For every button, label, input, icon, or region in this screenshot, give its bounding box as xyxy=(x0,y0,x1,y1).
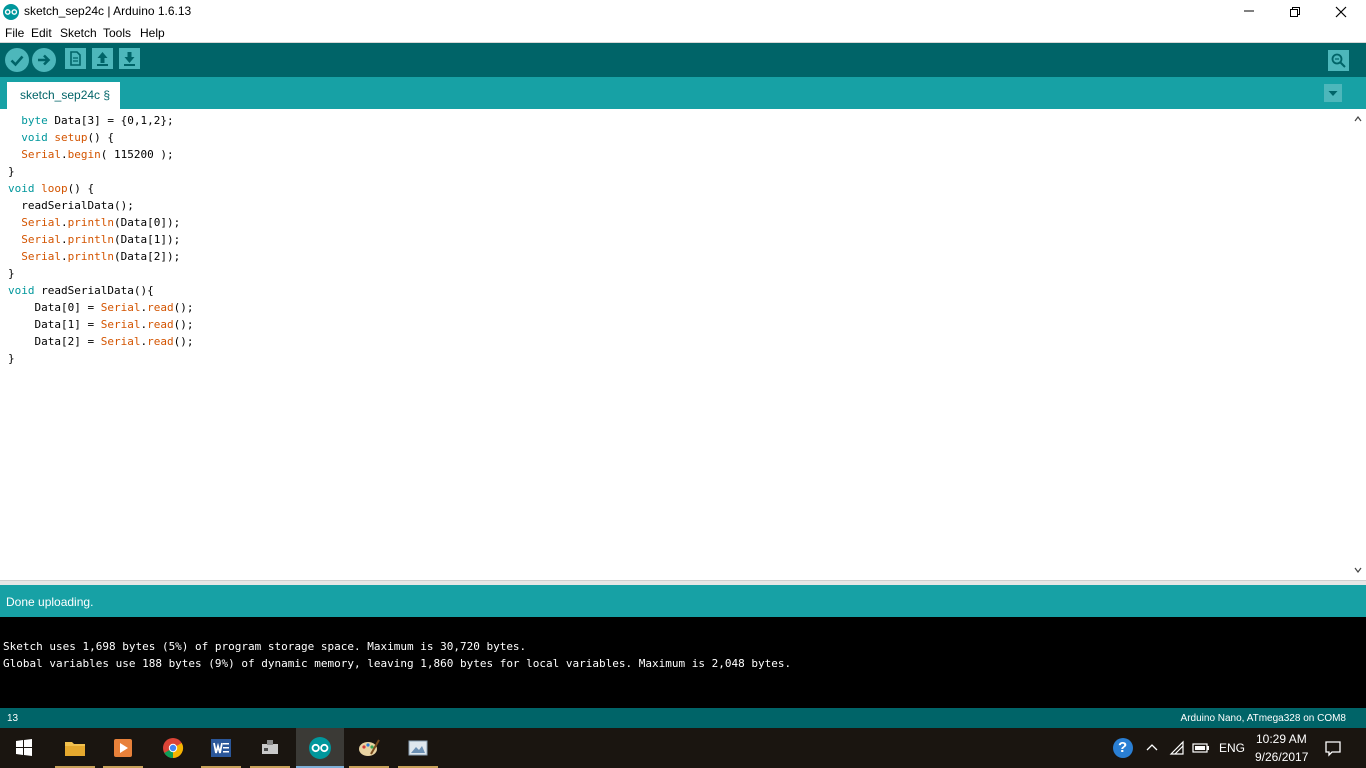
tab-menu-button[interactable] xyxy=(1324,84,1342,102)
usb-drive-icon xyxy=(262,740,278,754)
status-message: Done uploading. xyxy=(6,595,94,609)
start-button[interactable] xyxy=(0,728,48,768)
media-player-icon xyxy=(114,739,132,757)
title-bar: sketch_sep24c | Arduino 1.6.13 xyxy=(0,0,1366,24)
code-line: } xyxy=(8,267,15,280)
taskbar-paint[interactable] xyxy=(345,728,393,768)
serial-monitor-button[interactable] xyxy=(1328,50,1349,71)
verify-icon xyxy=(10,55,24,67)
code-line: } xyxy=(8,352,15,365)
paint-icon xyxy=(359,739,380,756)
code-line: readSerialData(); xyxy=(8,199,134,212)
code-line: Serial.begin( 115200 ); xyxy=(21,148,174,161)
code-line: Serial.println(Data[0]); xyxy=(21,216,181,229)
window-title: sketch_sep24c | Arduino 1.6.13 xyxy=(24,4,192,18)
menu-sketch[interactable]: Sketch xyxy=(60,26,97,40)
save-icon xyxy=(124,52,135,66)
chrome-icon xyxy=(163,738,184,759)
upload-icon xyxy=(38,54,51,66)
chevron-down-icon xyxy=(1328,91,1338,96)
language-indicator[interactable]: ENG xyxy=(1219,741,1245,755)
wifi-icon[interactable] xyxy=(1169,740,1185,756)
start-icon xyxy=(16,739,32,756)
info-bar: 13 Arduino Nano, ATmega328 on COM8 xyxy=(0,708,1366,728)
image-viewer-icon xyxy=(408,740,428,756)
file-explorer-icon xyxy=(65,742,85,756)
new-button[interactable] xyxy=(65,48,86,69)
open-button[interactable] xyxy=(92,48,113,69)
tab-sketch[interactable]: sketch_sep24c § xyxy=(7,82,120,109)
scroll-down-icon xyxy=(1354,567,1362,573)
notifications-icon[interactable] xyxy=(1324,739,1342,757)
minimize-button[interactable] xyxy=(1226,0,1272,24)
taskbar-usb-drive[interactable] xyxy=(246,728,294,768)
taskbar-chrome[interactable] xyxy=(149,728,197,768)
word-icon xyxy=(211,739,231,757)
close-button[interactable] xyxy=(1318,0,1364,24)
menu-bar: File Edit Sketch Tools Help xyxy=(0,24,1366,43)
tab-bar: sketch_sep24c § xyxy=(0,77,1366,109)
toolbar xyxy=(0,43,1366,77)
battery-icon[interactable] xyxy=(1192,741,1210,755)
scroll-up-icon xyxy=(1354,116,1362,122)
taskbar-file-explorer[interactable] xyxy=(51,728,99,768)
arduino-icon xyxy=(309,737,331,759)
arduino-logo-icon xyxy=(3,4,19,20)
restore-button[interactable] xyxy=(1272,0,1318,24)
serial-monitor-icon xyxy=(1331,53,1346,68)
code-line: } xyxy=(8,165,15,178)
code-line: Data[0] = Serial.read(); xyxy=(8,301,194,314)
code-line: Data[1] = Serial.read(); xyxy=(8,318,194,331)
code-line: void readSerialData(){ xyxy=(8,284,154,297)
board-port-info: Arduino Nano, ATmega328 on COM8 xyxy=(1180,713,1346,724)
console-line: Sketch uses 1,698 bytes (5%) of program … xyxy=(3,640,527,653)
taskbar-image-viewer[interactable] xyxy=(394,728,442,768)
clock-time[interactable]: 10:29 AM xyxy=(1256,732,1307,746)
new-icon xyxy=(70,51,81,66)
menu-edit[interactable]: Edit xyxy=(31,26,52,40)
taskbar-media-player[interactable] xyxy=(99,728,147,768)
console-line: Global variables use 188 bytes (9%) of d… xyxy=(3,657,792,670)
code-line: void setup() { xyxy=(21,131,114,144)
code-line: Serial.println(Data[1]); xyxy=(21,233,181,246)
menu-help[interactable]: Help xyxy=(140,26,165,40)
taskbar-word[interactable] xyxy=(197,728,245,768)
tab-label: sketch_sep24c § xyxy=(20,88,111,102)
code-line: void loop() { xyxy=(8,182,95,195)
status-bar: Done uploading. xyxy=(0,585,1366,617)
clock-date[interactable]: 9/26/2017 xyxy=(1255,750,1308,764)
code-editor[interactable]: byte Data[3] = {0,1,2}; void setup() { S… xyxy=(0,109,1350,580)
menu-tools[interactable]: Tools xyxy=(103,26,131,40)
code-line: Serial.println(Data[2]); xyxy=(21,250,181,263)
editor-scrollbar[interactable] xyxy=(1350,109,1366,580)
chevron-up-icon[interactable] xyxy=(1146,742,1158,754)
menu-file[interactable]: File xyxy=(5,26,24,40)
code-line: byte Data[3] = {0,1,2}; xyxy=(21,114,174,127)
upload-button[interactable] xyxy=(32,48,56,72)
open-icon xyxy=(97,52,108,66)
console-output[interactable]: Sketch uses 1,698 bytes (5%) of program … xyxy=(0,617,1366,708)
cursor-line-number: 13 xyxy=(7,713,19,724)
verify-button[interactable] xyxy=(5,48,29,72)
save-button[interactable] xyxy=(119,48,140,69)
taskbar-arduino[interactable] xyxy=(296,728,344,768)
help-icon[interactable]: ? xyxy=(1113,738,1133,758)
code-line: Data[2] = Serial.read(); xyxy=(8,335,194,348)
taskbar: ? ENG 10:29 AM 9/26/2017 xyxy=(0,728,1366,768)
